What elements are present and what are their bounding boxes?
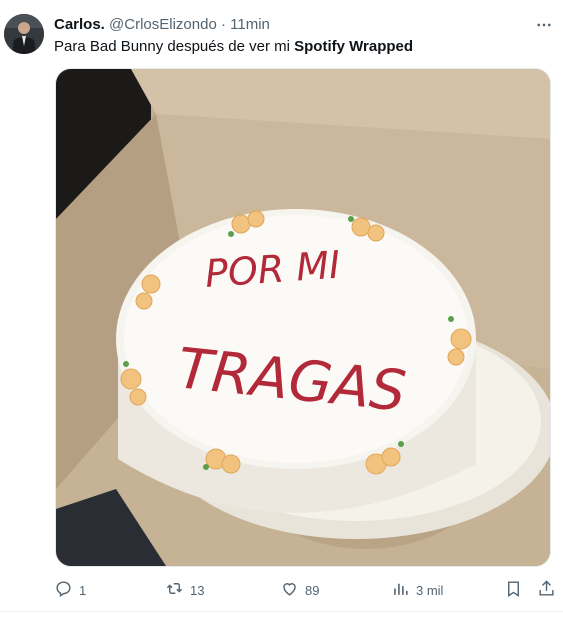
- tweet-text-bold: Spotify Wrapped: [294, 38, 414, 55]
- tweet[interactable]: Carlos. @CrlosElizondo · 11min Para Bad …: [0, 0, 563, 620]
- retweet-count: 13: [190, 582, 205, 598]
- views-button[interactable]: 3 mil: [391, 578, 443, 602]
- author-handle[interactable]: @CrlosElizondo: [109, 16, 217, 33]
- retweet-icon: [165, 579, 184, 601]
- separator-dot: ·: [220, 16, 226, 33]
- bookmark-icon: [504, 579, 523, 601]
- author-name[interactable]: Carlos.: [54, 16, 105, 33]
- retweet-button[interactable]: 13: [165, 578, 204, 602]
- like-count: 89: [305, 582, 320, 598]
- tweet-media-photo[interactable]: POR MI TRAGAS: [55, 68, 551, 567]
- tweet-text: Para Bad Bunny después de ver mi Spotify…: [54, 37, 413, 57]
- cake-text-line1: POR MI: [204, 243, 342, 296]
- views-count: 3 mil: [416, 582, 444, 598]
- action-bar: 1 13 89 3 mil: [54, 578, 559, 602]
- timestamp[interactable]: 11min: [230, 16, 270, 33]
- views-icon: [391, 579, 410, 601]
- more-icon[interactable]: [533, 15, 555, 35]
- tweet-header: Carlos. @CrlosElizondo · 11min: [54, 15, 270, 35]
- like-icon: [280, 579, 299, 601]
- reply-count: 1: [79, 582, 87, 598]
- avatar[interactable]: [4, 14, 44, 54]
- tweet-text-plain: Para Bad Bunny después de ver mi: [54, 38, 295, 55]
- share-icon: [537, 579, 556, 601]
- reply-icon: [54, 579, 73, 601]
- like-button[interactable]: 89: [280, 578, 319, 602]
- reply-button[interactable]: 1: [54, 578, 86, 602]
- share-button[interactable]: [537, 578, 556, 602]
- bookmark-button[interactable]: [504, 578, 523, 602]
- tweet-divider: [0, 611, 563, 612]
- cake-photo: POR MI TRAGAS: [56, 69, 550, 566]
